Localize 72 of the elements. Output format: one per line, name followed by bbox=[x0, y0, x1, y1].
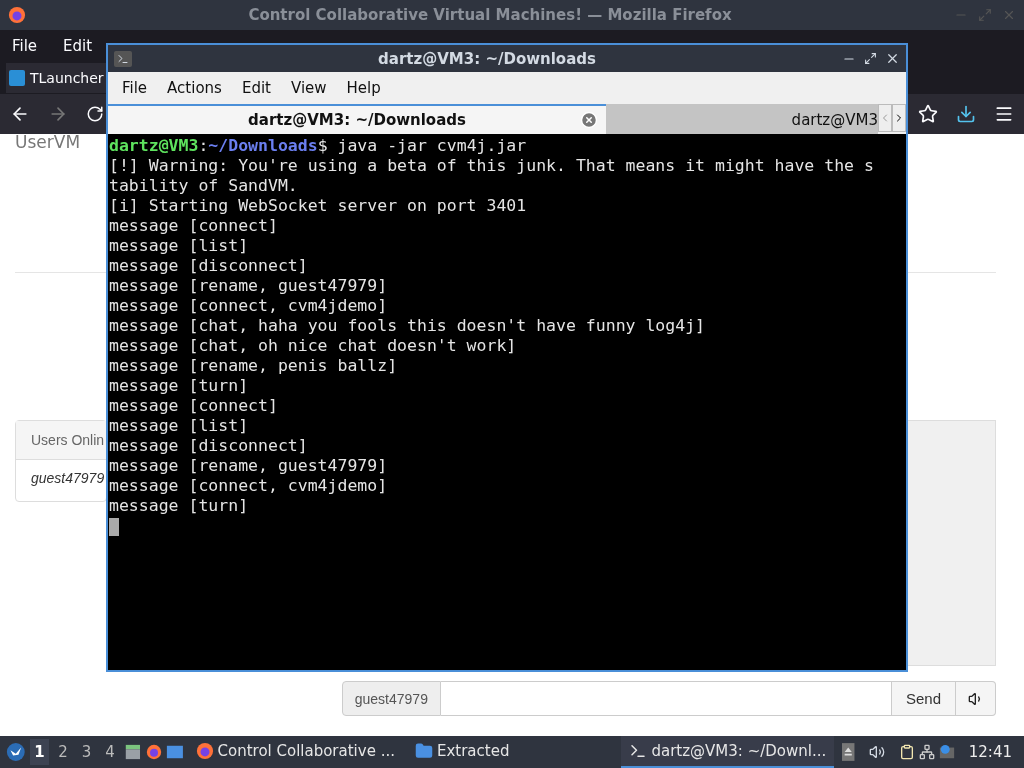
maximize-icon[interactable] bbox=[864, 52, 877, 65]
firefox-icon[interactable] bbox=[145, 743, 162, 761]
output-line: message [list] bbox=[109, 236, 250, 256]
network-icon[interactable] bbox=[918, 743, 935, 761]
prompt-separator: : bbox=[198, 136, 209, 156]
menu-icon[interactable] bbox=[994, 104, 1014, 124]
page-heading: UserVM bbox=[15, 132, 81, 148]
folder-icon bbox=[414, 742, 433, 760]
star-icon[interactable] bbox=[918, 104, 938, 124]
output-line: message [rename, penis ballz] bbox=[109, 356, 399, 376]
window-title: Control Collaborative Virtual Machines! — Mozilla Firefox bbox=[247, 6, 733, 24]
browser-tab[interactable]: TLauncher bbox=[6, 63, 106, 93]
output-line: [i] Starting WebSocket server on port 3401 bbox=[109, 196, 528, 216]
output-line: message [chat, haha you fools this doesn't have funny log4j] bbox=[109, 316, 707, 336]
output-line: message [disconnect] bbox=[109, 436, 309, 456]
menu-item[interactable]: Actions bbox=[159, 79, 230, 97]
close-icon[interactable] bbox=[885, 51, 900, 66]
prompt-user: dartz@VM3 bbox=[109, 136, 199, 156]
window-title: dartz@VM3: ~/Downloads bbox=[377, 49, 597, 68]
output-line: message [connect] bbox=[109, 216, 279, 236]
terminal-icon bbox=[114, 50, 132, 67]
menu-item[interactable]: Edit bbox=[233, 79, 279, 97]
firefox-icon bbox=[195, 742, 214, 760]
terminal-tab[interactable]: dartz@VM3 bbox=[606, 104, 878, 134]
output-line: tability of SandVM. bbox=[109, 176, 299, 196]
download-icon[interactable] bbox=[956, 104, 976, 124]
tlauncher-icon bbox=[9, 70, 25, 86]
file-cabinet-icon[interactable] bbox=[123, 742, 142, 762]
volume-icon[interactable] bbox=[868, 743, 885, 761]
sound-button[interactable] bbox=[956, 681, 996, 716]
command-text: $ java -jar cvm4j.jar bbox=[317, 136, 527, 156]
terminal-tab[interactable]: dartz@VM3: ~/Downloads bbox=[108, 104, 606, 134]
workspace-button[interactable]: 4 bbox=[100, 739, 120, 765]
clock: 12:41 bbox=[968, 743, 1012, 761]
users-panel-title: Users Onlin bbox=[31, 432, 105, 448]
menu-item[interactable]: Help bbox=[338, 79, 389, 97]
prompt-path: ~/Downloads bbox=[208, 136, 318, 156]
output-line: message [chat, oh nice chat doesn't work] bbox=[109, 336, 518, 356]
user-name: guest47979 bbox=[31, 470, 105, 486]
output-line: message [rename, guest47979] bbox=[109, 456, 389, 476]
menu-item[interactable]: Edit bbox=[55, 37, 101, 55]
workspace-button[interactable]: 1 bbox=[29, 739, 50, 765]
chat-username: guest47979 bbox=[341, 681, 441, 716]
chat-input[interactable] bbox=[440, 681, 892, 716]
output-line: message [connect, cvm4jdemo] bbox=[109, 296, 389, 316]
task-button[interactable]: Extracted bbox=[406, 736, 518, 768]
menu-item[interactable]: View bbox=[282, 79, 335, 97]
close-icon[interactable] bbox=[580, 111, 598, 129]
output-line: message [turn] bbox=[109, 496, 250, 516]
window-icon[interactable] bbox=[165, 743, 184, 761]
workspace-button[interactable]: 2 bbox=[53, 739, 73, 765]
task-button[interactable]: dartz@VM3: ~/Downl... bbox=[621, 736, 835, 768]
output-line: message [connect] bbox=[109, 396, 279, 416]
output-line: [!] Warning: You're using a beta of this junk. That means it might have the s bbox=[109, 156, 875, 176]
cursor bbox=[109, 518, 119, 536]
output-line: message [connect, cvm4jdemo] bbox=[109, 476, 389, 496]
output-line: message [turn] bbox=[109, 376, 250, 396]
send-button[interactable]: Send bbox=[891, 681, 956, 716]
output-line: message [rename, guest47979] bbox=[109, 276, 389, 296]
reload-icon[interactable] bbox=[86, 105, 104, 123]
eject-icon[interactable] bbox=[842, 742, 855, 762]
task-button[interactable]: Control Collaborative ... bbox=[187, 736, 403, 768]
menu-item[interactable]: File bbox=[4, 37, 46, 55]
menu-item[interactable]: File bbox=[114, 79, 156, 97]
notification-icon[interactable] bbox=[938, 743, 955, 761]
output-line: message [disconnect] bbox=[109, 256, 309, 276]
output-line: message [list] bbox=[109, 416, 250, 436]
firefox-icon bbox=[8, 6, 26, 24]
workspace-button[interactable]: 3 bbox=[76, 739, 97, 765]
terminal-icon bbox=[629, 742, 648, 760]
scroll-right-button[interactable] bbox=[892, 104, 906, 132]
clipboard-icon[interactable] bbox=[898, 743, 915, 761]
